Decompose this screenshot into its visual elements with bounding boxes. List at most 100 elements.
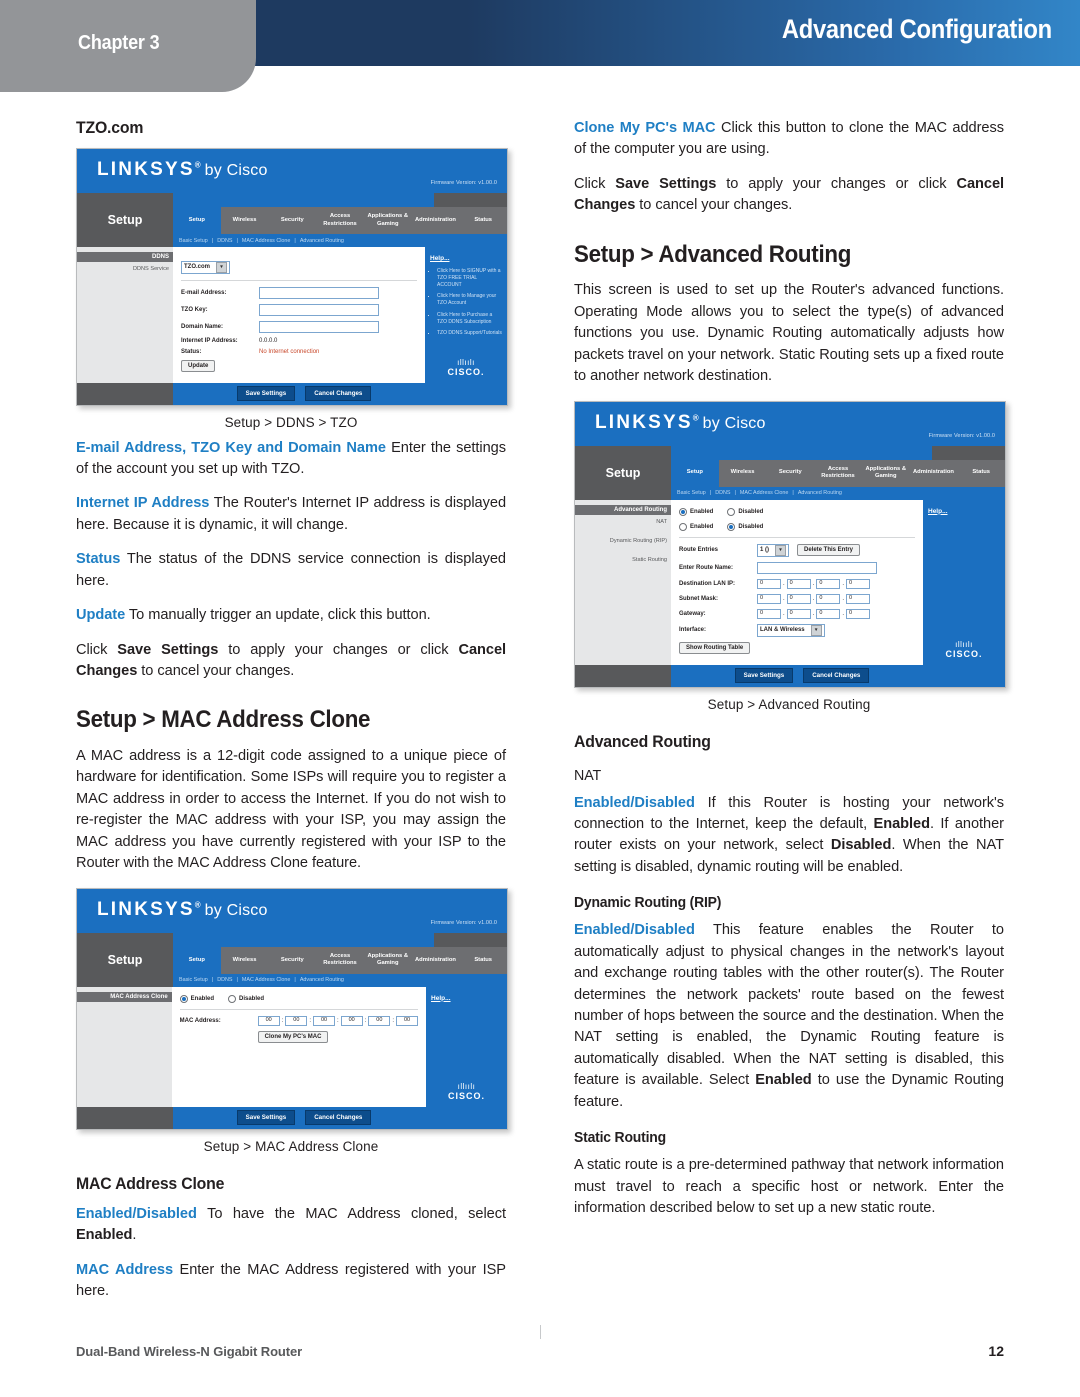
tab-security[interactable]: Security (268, 207, 316, 234)
subtab-basic-setup[interactable]: Basic Setup (179, 977, 208, 983)
bold-save-settings: Save Settings (117, 641, 219, 658)
subtab-advanced-routing[interactable]: Advanced Routing (798, 490, 842, 496)
router-body: MAC Address Clone Enabled Disabled MAC A… (77, 986, 507, 1107)
tab-applications-gaming[interactable]: Applications & Gaming (364, 947, 412, 974)
page-footer: Dual-Band Wireless-N Gigabit Router 12 (76, 1343, 1004, 1359)
subtab-mac-address-clone[interactable]: MAC Address Clone (242, 977, 291, 983)
email-address-input[interactable] (259, 286, 379, 299)
ip-octet-input[interactable]: 0 (757, 578, 781, 589)
domain-name-input[interactable] (259, 320, 379, 333)
field-route-name: Enter Route Name: (679, 561, 915, 574)
section-heading-advanced-routing: Setup > Advanced Routing (574, 240, 852, 268)
show-routing-table-button[interactable]: Show Routing Table (679, 641, 751, 654)
interface-select[interactable]: LAN & Wireless ▾ (757, 623, 825, 637)
tab-applications-gaming[interactable]: Applications & Gaming (364, 207, 412, 234)
help-item[interactable]: TZO DDNS Support/Tutorials (437, 330, 502, 337)
ip-octet-input[interactable]: 0 (816, 593, 841, 604)
tzo-key-input[interactable] (259, 303, 379, 316)
subtab-basic-setup[interactable]: Basic Setup (179, 238, 208, 244)
save-settings-button[interactable]: Save Settings (236, 1110, 296, 1126)
tab-administration[interactable]: Administration (412, 207, 460, 234)
run-in-heading: Update (76, 607, 126, 624)
update-button[interactable]: Update (181, 359, 216, 372)
subtab-basic-setup[interactable]: Basic Setup (677, 490, 706, 496)
ip-octet-input[interactable]: 0 (786, 593, 811, 604)
figure-ddns-tzo: LINKSYS® by Cisco Firmware Version: v1.00… (76, 148, 508, 430)
subtab-ddns[interactable]: DDNS (217, 977, 232, 983)
ip-octet-input[interactable]: 0 (816, 608, 841, 619)
mac-octet-input[interactable]: 00 (368, 1015, 391, 1026)
tab-status[interactable]: Status (957, 460, 1005, 487)
paragraph-nat: Enabled/Disabled If this Router is hosti… (574, 793, 1004, 879)
tab-setup[interactable]: Setup (671, 459, 719, 487)
ip-octet-input[interactable]: 0 (786, 608, 811, 619)
route-entries-select[interactable]: 1 () ▾ (757, 543, 789, 557)
tab-wireless[interactable]: Wireless (221, 207, 269, 234)
cancel-changes-button[interactable]: Cancel Changes (803, 668, 870, 684)
tab-administration[interactable]: Administration (412, 947, 460, 974)
radio-rip-disabled[interactable]: Disabled (727, 522, 763, 531)
tab-status[interactable]: Status (459, 207, 507, 234)
tab-administration[interactable]: Administration (910, 460, 958, 487)
cancel-changes-button[interactable]: Cancel Changes (305, 386, 372, 401)
mac-octet-input[interactable]: 00 (313, 1015, 335, 1026)
subtab-ddns[interactable]: DDNS (715, 490, 730, 496)
mac-octet-input[interactable]: 00 (285, 1015, 308, 1026)
save-settings-button[interactable]: Save Settings (236, 386, 296, 401)
ip-octet-input[interactable]: 0 (846, 578, 871, 589)
tab-wireless[interactable]: Wireless (719, 460, 767, 487)
subtab-mac-address-clone[interactable]: MAC Address Clone (740, 490, 789, 496)
ip-octet-input[interactable]: 0 (816, 578, 841, 589)
tab-access-restrictions[interactable]: Access Restrictions (316, 207, 364, 234)
help-item[interactable]: Click Here to SIGNUP with a TZO FREE TRI… (437, 268, 502, 288)
radio-nat-disabled[interactable]: Disabled (727, 507, 763, 516)
help-item[interactable]: Click Here to Purchase a TZO DDNS Subscr… (437, 312, 502, 326)
route-name-input[interactable] (757, 561, 877, 574)
subtab-mac-address-clone[interactable]: MAC Address Clone (242, 238, 291, 244)
clone-my-pcs-mac-button[interactable]: Clone My PC's MAC (257, 1030, 329, 1043)
tab-setup[interactable]: Setup (173, 946, 221, 974)
ip-octet-input[interactable]: 0 (846, 593, 871, 604)
radio-rip-enabled[interactable]: Enabled (679, 522, 713, 531)
subtab-advanced-routing[interactable]: Advanced Routing (300, 977, 344, 983)
tab-access-restrictions[interactable]: Access Restrictions (814, 460, 862, 487)
delete-this-entry-button[interactable]: Delete This Entry (797, 544, 861, 557)
sidebar-header-advanced-routing: Advanced Routing (575, 504, 671, 515)
ip-octet-input[interactable]: 0 (757, 593, 781, 604)
mac-octet-input[interactable]: 00 (257, 1015, 280, 1026)
heading-nat: NAT (574, 766, 602, 784)
radio-enabled[interactable]: Enabled (179, 994, 214, 1003)
tab-access-restrictions[interactable]: Access Restrictions (316, 947, 364, 974)
paragraph-text: To manually trigger an update, click thi… (125, 607, 431, 624)
cisco-bars-icon: ıllıılı (457, 1081, 476, 1091)
tab-setup[interactable]: Setup (173, 207, 221, 234)
ip-octet-input[interactable]: 0 (846, 608, 871, 619)
radio-disabled[interactable]: Disabled (228, 994, 264, 1003)
ip-octet-input[interactable]: 0 (786, 578, 811, 589)
tab-status[interactable]: Status (459, 947, 507, 974)
field-status: Status: No Internet connection (181, 349, 417, 355)
router-header: LINKSYS® by Cisco Firmware Version: v1.00… (77, 149, 507, 193)
tab-applications-gaming[interactable]: Applications & Gaming (862, 460, 910, 487)
subtab-ddns[interactable]: DDNS (217, 238, 232, 244)
router-sidebar: DDNS DDNS Service (77, 247, 173, 383)
help-title[interactable]: Help... (430, 255, 502, 262)
tab-security[interactable]: Security (268, 947, 316, 974)
tab-security[interactable]: Security (766, 460, 814, 487)
ip-octet-input[interactable]: 0 (757, 608, 781, 619)
help-item[interactable]: Click Here to Manage your TZO Account (437, 293, 502, 307)
subtab-advanced-routing[interactable]: Advanced Routing (300, 238, 344, 244)
cancel-changes-button[interactable]: Cancel Changes (305, 1110, 372, 1126)
router-ui-mac-clone: LINKSYS® by Cisco Firmware Version: v1.00… (76, 887, 508, 1130)
mac-octet-input[interactable]: 00 (396, 1015, 419, 1026)
subtab-separator: | (709, 490, 712, 497)
linksys-logo: LINKSYS® by Cisco (97, 159, 268, 180)
help-title[interactable]: Help... (431, 995, 502, 1002)
tab-wireless[interactable]: Wireless (221, 947, 269, 974)
ddns-service-select[interactable]: TZO.com ▾ (181, 260, 231, 274)
bold-enabled: Enabled (873, 815, 930, 832)
save-settings-button[interactable]: Save Settings (734, 668, 794, 684)
radio-nat-enabled[interactable]: Enabled (679, 507, 713, 516)
mac-octet-input[interactable]: 00 (340, 1015, 363, 1026)
help-title[interactable]: Help... (928, 508, 1000, 515)
